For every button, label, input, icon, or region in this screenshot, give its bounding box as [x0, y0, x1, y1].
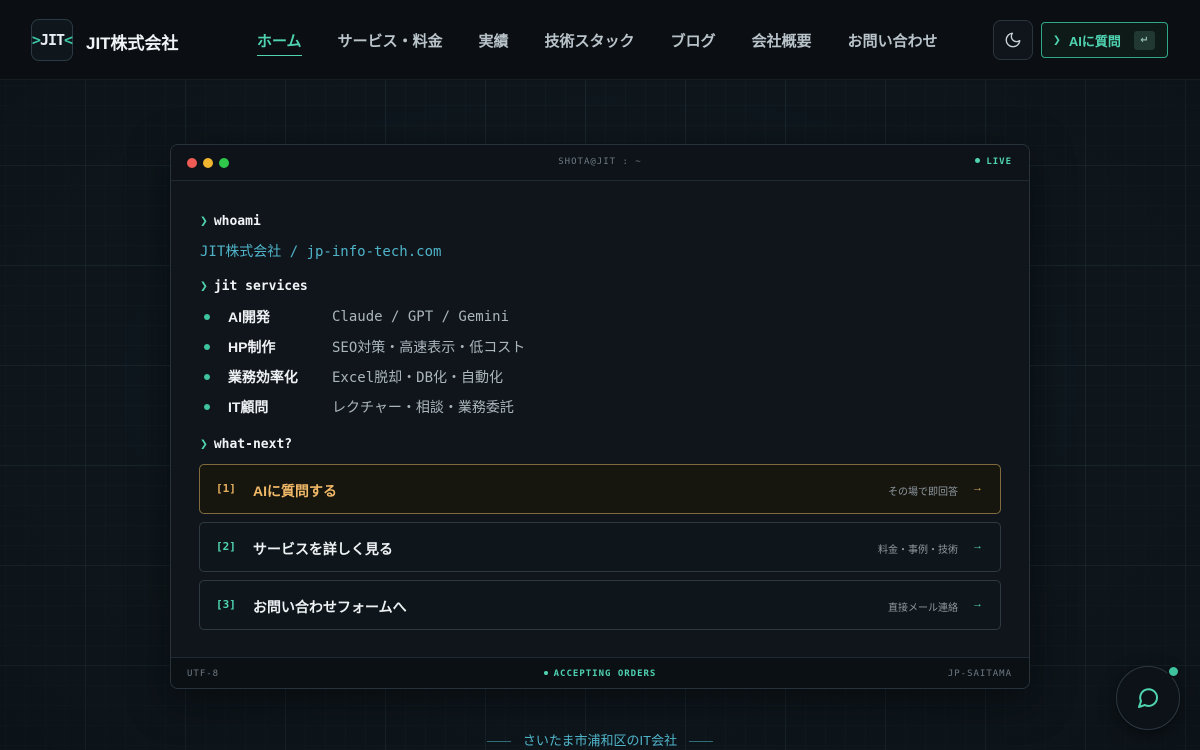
nav-item-works[interactable]: 実績	[479, 30, 509, 56]
option-hint: 料金・事例・技術	[878, 545, 958, 556]
service-item: 業務効率化 Excel脱却・DB化・自動化	[204, 367, 503, 387]
prompt-chevron-icon: ❯	[200, 279, 208, 294]
divider	[689, 741, 714, 743]
option-label: AIに質問する	[253, 483, 337, 499]
order-status: ACCEPTING ORDERS	[171, 669, 1029, 679]
option-number: [1]	[216, 482, 236, 495]
chevron-right-icon: ❯	[1053, 32, 1061, 48]
terminal-footer: UTF-8 ACCEPTING ORDERS JP-SAITAMA	[171, 657, 1029, 688]
divider	[486, 741, 511, 743]
bullet-icon	[204, 404, 210, 410]
online-indicator	[1167, 665, 1180, 678]
terminal-window: SHOTA@JIT : ~ LIVE ❯ whoami JIT株式会社 / jp-…	[170, 144, 1030, 689]
option-label: お問い合わせフォームへ	[253, 599, 407, 615]
whoami-output: JIT株式会社 / jp-info-tech.com	[200, 244, 442, 260]
service-item: AI開発 Claude / GPT / Gemini	[204, 307, 509, 327]
option-ask-ai[interactable]: [1] AIに質問する その場で即回答 →	[199, 464, 1001, 514]
chat-bubble-icon	[1138, 688, 1159, 708]
brand-name[interactable]: JIT株式会社	[86, 29, 179, 54]
ask-ai-label: AIに質問	[1068, 33, 1121, 49]
nav-item-contact[interactable]: お問い合わせ	[848, 30, 938, 56]
prompt-services: ❯ jit services	[200, 279, 308, 294]
prompt-what-next: ❯ what-next?	[200, 437, 293, 452]
option-hint: 直接メール連絡	[888, 603, 958, 614]
terminal-titlebar: SHOTA@JIT : ~ LIVE	[171, 145, 1029, 181]
theme-toggle-button[interactable]	[993, 20, 1033, 60]
service-item: IT顧問 レクチャー・相談・業務委託	[204, 397, 514, 417]
nav-item-services[interactable]: サービス・料金	[338, 30, 443, 56]
option-label: サービスを詳しく見る	[253, 541, 393, 557]
prompt-chevron-icon: ❯	[200, 214, 208, 229]
location-label: JP-SAITAMA	[947, 669, 1012, 679]
live-dot-icon	[975, 158, 981, 163]
service-item: HP制作 SEO対策・高速表示・低コスト	[204, 337, 525, 357]
nav-item-home[interactable]: ホーム	[257, 30, 302, 56]
option-hint: その場で即回答	[888, 487, 958, 498]
logo[interactable]: > JIT <	[31, 19, 73, 61]
prompt-whoami: ❯ whoami	[200, 214, 261, 229]
tagline: さいたま市浦和区のIT会社	[0, 730, 1200, 749]
option-number: [3]	[216, 598, 236, 611]
nav-item-blog[interactable]: ブログ	[671, 30, 716, 56]
enter-key-icon: ↵	[1134, 30, 1155, 50]
arrow-right-icon: →	[972, 540, 983, 552]
arrow-right-icon: →	[972, 482, 983, 494]
option-number: [2]	[216, 540, 236, 553]
terminal-title: SHOTA@JIT : ~	[558, 157, 642, 167]
ask-ai-button[interactable]: ❯ AIに質問 ↵	[1041, 22, 1168, 58]
prompt-chevron-icon: ❯	[200, 437, 208, 452]
main-nav: ホーム サービス・料金 実績 技術スタック ブログ 会社概要 お問い合わせ	[257, 30, 974, 56]
nav-item-tech-stack[interactable]: 技術スタック	[545, 30, 635, 56]
option-contact-form[interactable]: [3] お問い合わせフォームへ 直接メール連絡 →	[199, 580, 1001, 630]
site-header: > JIT < JIT株式会社 ホーム サービス・料金 実績 技術スタック ブログ …	[0, 0, 1200, 80]
nav-item-about[interactable]: 会社概要	[752, 30, 812, 56]
bullet-icon	[204, 374, 210, 380]
live-status: LIVE	[975, 157, 1012, 167]
bullet-icon	[204, 344, 210, 350]
bullet-icon	[204, 314, 210, 320]
option-view-services[interactable]: [2] サービスを詳しく見る 料金・事例・技術 →	[199, 522, 1001, 572]
arrow-right-icon: →	[972, 598, 983, 610]
status-dot-icon	[543, 670, 548, 675]
moon-icon	[1005, 32, 1021, 48]
